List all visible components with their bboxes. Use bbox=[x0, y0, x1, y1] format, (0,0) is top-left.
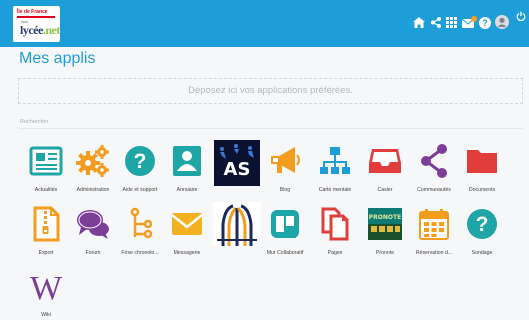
grid-icon[interactable] bbox=[446, 17, 457, 28]
top-bar: Île de France mon lycée.net ? bbox=[0, 0, 529, 47]
pronote-logo-icon: PRONOTE bbox=[365, 204, 405, 244]
site-logo[interactable]: Île de France mon lycée.net bbox=[13, 6, 60, 42]
newspaper-icon bbox=[26, 141, 66, 181]
chat-bubbles-icon bbox=[73, 204, 113, 244]
moodle-logo-icon bbox=[213, 202, 261, 246]
brand-stripe bbox=[17, 16, 55, 18]
page-title: Mes applis bbox=[19, 50, 96, 67]
help-icon[interactable]: ? bbox=[479, 17, 491, 29]
app-label: Sondage bbox=[471, 250, 493, 256]
app-label: Wiki bbox=[41, 312, 51, 318]
share-nodes-icon bbox=[414, 141, 454, 181]
timeline-icon bbox=[120, 204, 160, 244]
gears-icon bbox=[73, 141, 113, 181]
app-wiki[interactable]: W Wiki bbox=[17, 266, 75, 318]
svg-text:?: ? bbox=[134, 150, 147, 173]
contact-card-icon bbox=[167, 141, 207, 181]
mail-icon[interactable] bbox=[462, 16, 477, 29]
svg-text:?: ? bbox=[482, 18, 488, 28]
pages-icon bbox=[315, 204, 355, 244]
question-circle-icon: ? bbox=[462, 204, 502, 244]
avatar[interactable] bbox=[495, 14, 509, 30]
inbox-tray-icon bbox=[365, 141, 405, 181]
power-icon[interactable] bbox=[516, 11, 526, 21]
share-icon[interactable] bbox=[431, 17, 441, 28]
wikipedia-w-icon: W bbox=[26, 266, 66, 306]
svg-text:?: ? bbox=[476, 213, 489, 236]
megaphone-icon bbox=[265, 141, 305, 181]
favorites-dropzone[interactable]: Déposez ici vos applications préférées. bbox=[18, 78, 523, 104]
envelope-icon bbox=[167, 204, 207, 244]
sitemap-icon bbox=[315, 141, 355, 181]
app-label: Messagerie bbox=[173, 250, 201, 256]
app-sondage[interactable]: ? Sondage bbox=[453, 204, 511, 256]
app-documents[interactable]: Documents bbox=[453, 141, 511, 193]
brand-label: Île de France bbox=[17, 9, 48, 15]
logo-main-text: lycée.net bbox=[20, 23, 60, 37]
app-label: Documents bbox=[468, 187, 496, 193]
help-circle-icon: ? bbox=[120, 141, 160, 181]
zip-file-icon bbox=[26, 204, 66, 244]
svg-text:PRONOTE: PRONOTE bbox=[369, 214, 401, 221]
calendar-icon bbox=[414, 204, 454, 244]
as-logo-icon: AS bbox=[214, 140, 260, 186]
postit-wall-icon bbox=[265, 204, 305, 244]
app-label: Annuaire bbox=[176, 187, 198, 193]
folder-icon bbox=[462, 141, 502, 181]
divider bbox=[18, 128, 523, 129]
svg-text:W: W bbox=[30, 270, 63, 306]
home-icon[interactable] bbox=[413, 17, 425, 28]
as-logo-text: AS bbox=[224, 159, 251, 180]
search-label[interactable]: Rechercher bbox=[20, 119, 48, 125]
